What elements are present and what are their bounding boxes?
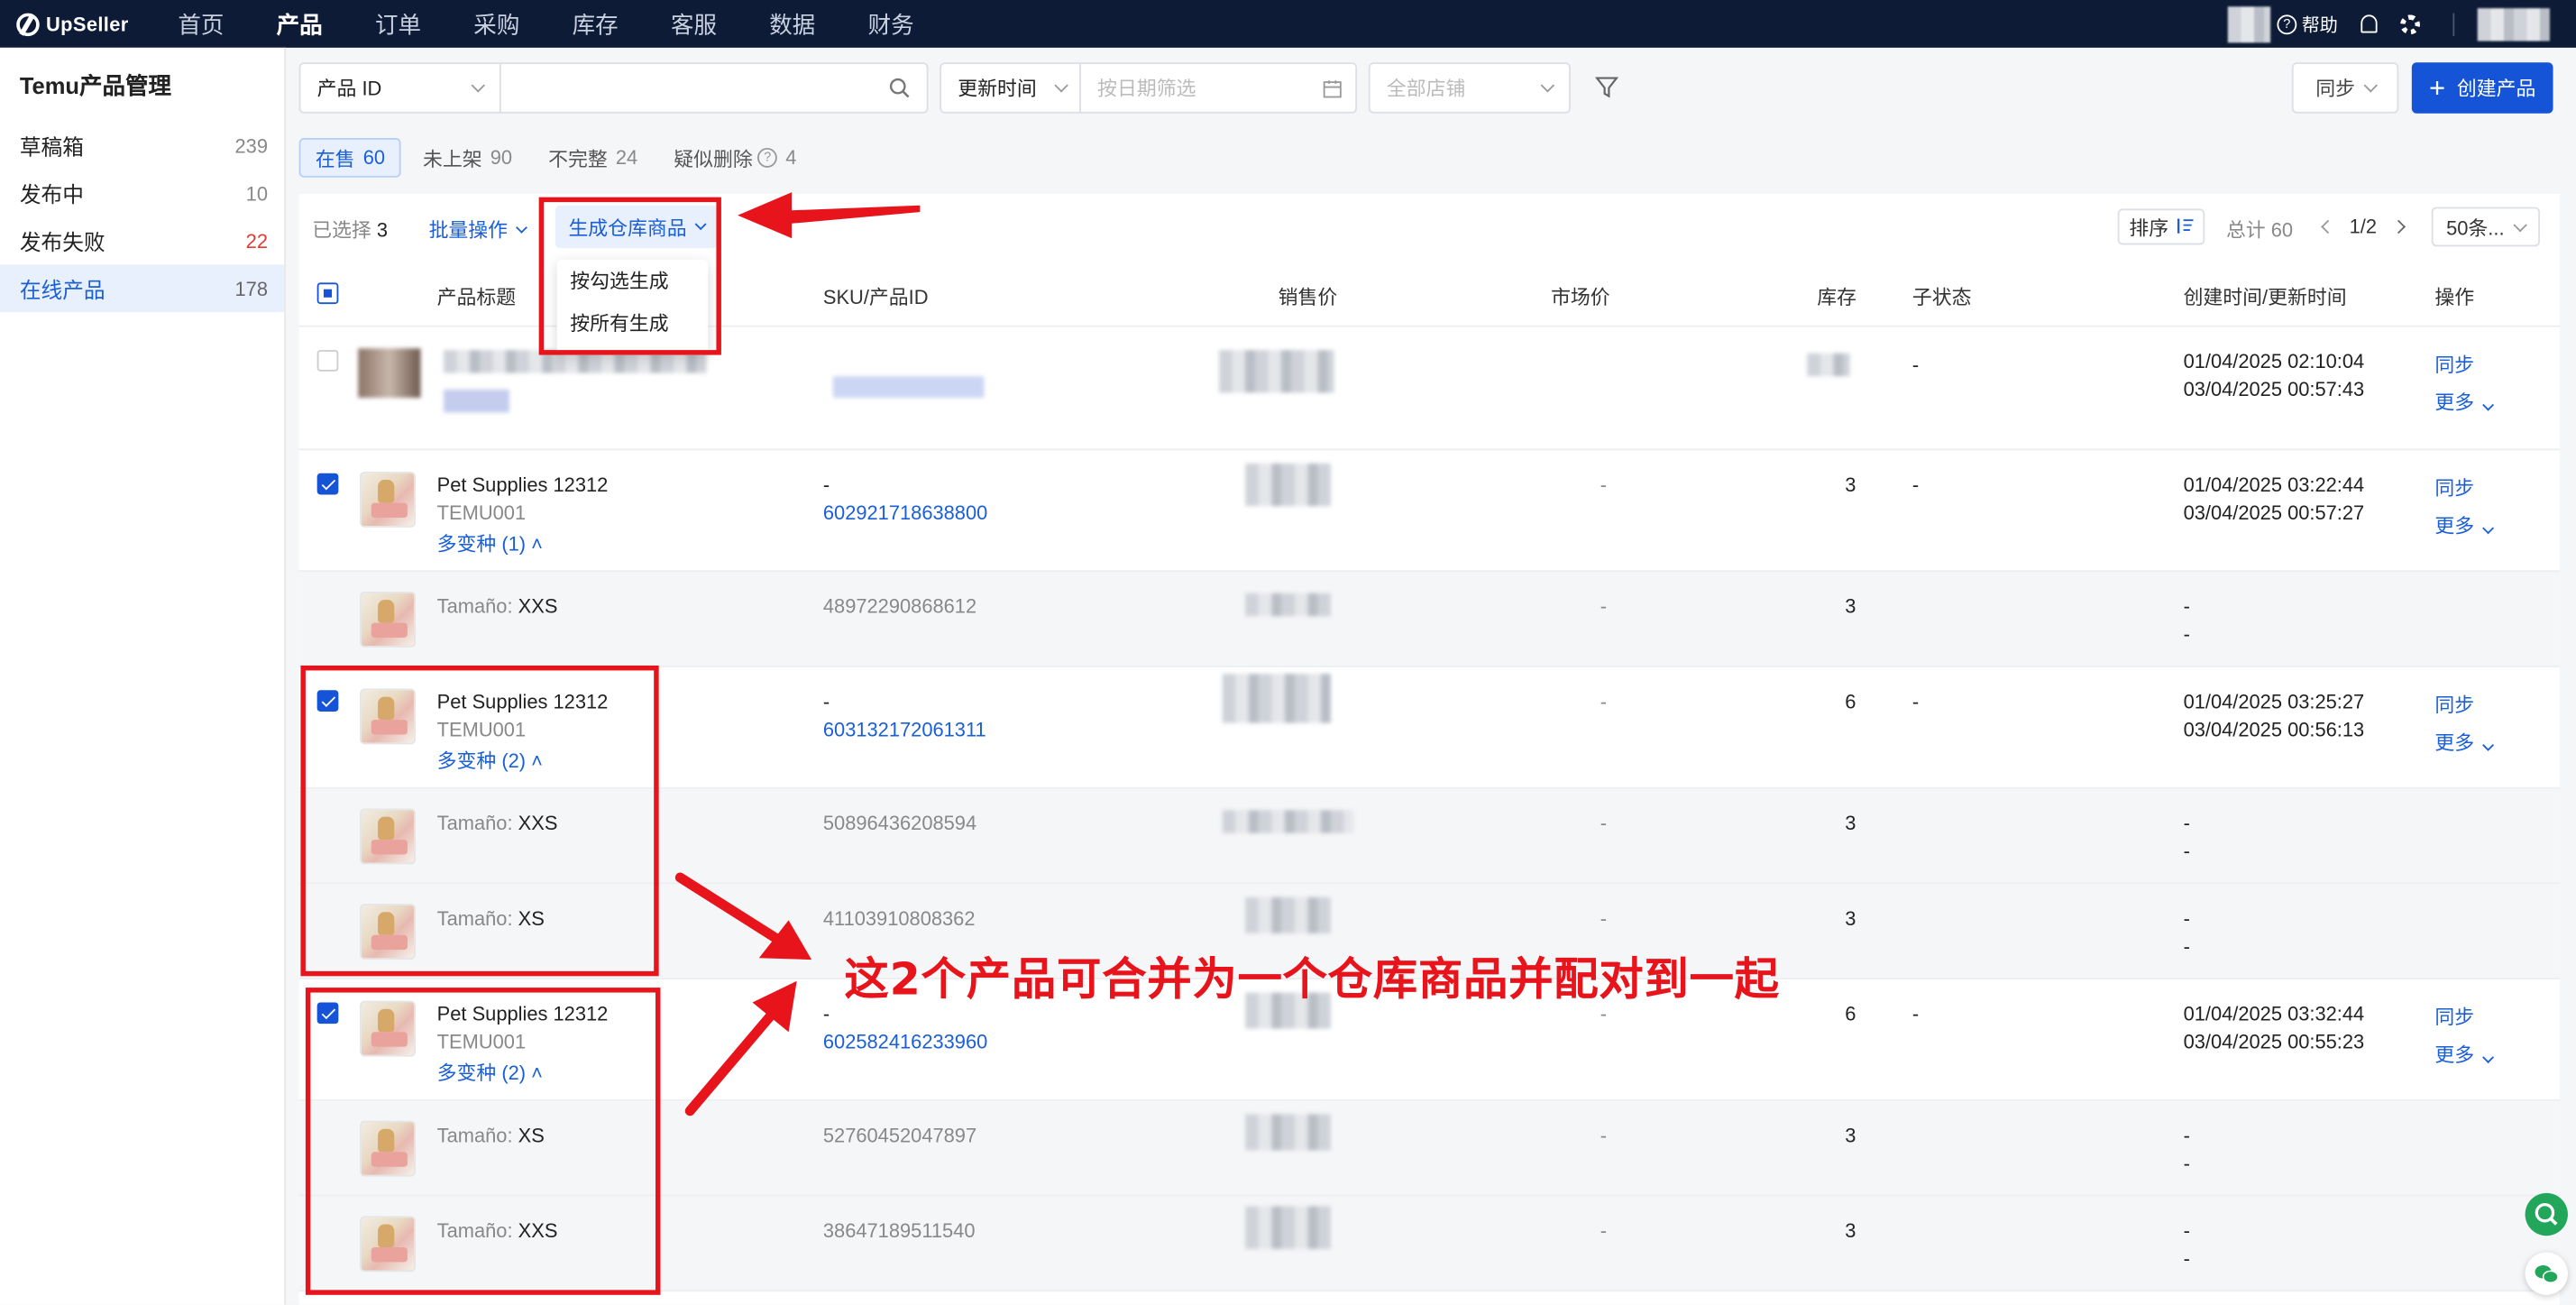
app-root: UpSeller 首页 产品 订单 采购 库存 客服 数据 财务 ? 帮助 Te…	[0, 0, 2576, 1305]
arrow-line	[684, 1008, 777, 1117]
arrow-to-menu	[738, 192, 921, 239]
arrow-head	[758, 920, 812, 960]
arrow-line	[674, 872, 784, 945]
annotation-arrows	[674, 192, 921, 1117]
